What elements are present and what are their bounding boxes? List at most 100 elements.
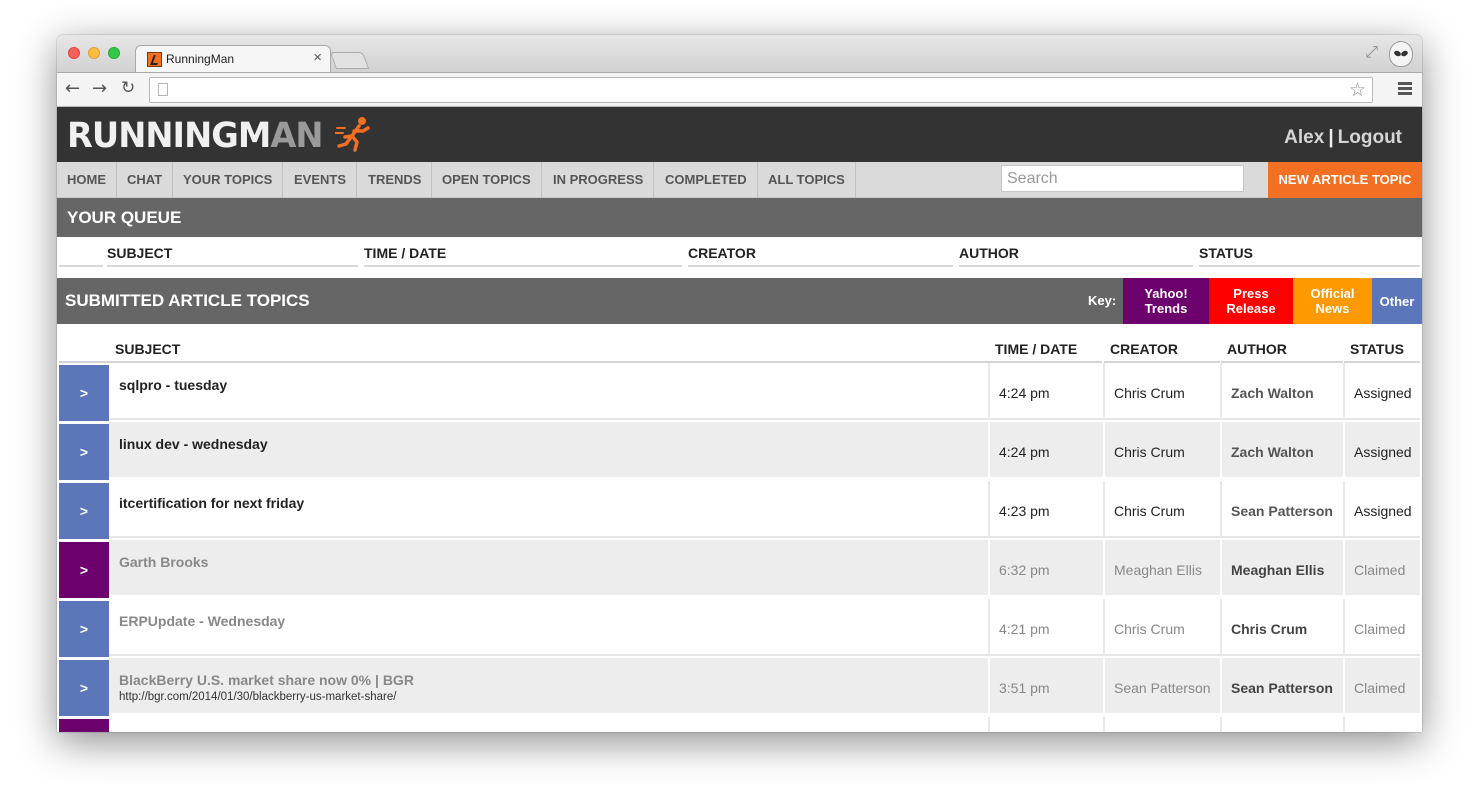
minimize-window-button[interactable] [88, 47, 100, 59]
logo-man-text: AN [270, 116, 323, 156]
key-press-release: Press Release [1209, 278, 1293, 324]
author-cell: Chris Crum [1222, 599, 1345, 656]
expand-row-button[interactable]: > [59, 365, 109, 421]
page-content: RUNNINGMAN Alex | Logout HOME CHAT YOUR TO… [57, 107, 1422, 732]
subject-cell: BlackBerry U.S. market share now 0% | BG… [109, 658, 990, 715]
th-spacer [59, 335, 109, 363]
author-cell [1222, 717, 1345, 732]
author-text: Sean Patterson [1231, 503, 1333, 519]
author-cell: Zach Walton [1222, 363, 1345, 420]
browser-tab[interactable]: RunningMan × [135, 45, 331, 72]
status-cell: Assigned [1345, 481, 1420, 538]
logout-link[interactable]: Logout [1338, 127, 1402, 148]
forward-arrow-icon[interactable]: → [92, 78, 107, 99]
status-cell: Assigned [1345, 422, 1420, 479]
table-row[interactable]: > ERPUpdate - Wednesday 4:21 pm Chris Crum C… [57, 599, 1422, 658]
table-row[interactable]: > sqlpro - tuesday 4:24 pm Chris Crum Zach W… [57, 363, 1422, 422]
star-icon[interactable]: ☆ [1349, 79, 1366, 102]
queue-header-time: TIME / DATE [364, 238, 682, 267]
th-status: STATUS [1344, 335, 1420, 363]
submitted-section-header: SUBMITTED ARTICLE TOPICS Key: Yahoo! Tre… [57, 278, 1422, 324]
status-cell: Claimed [1345, 540, 1420, 597]
creator-cell: Chris Crum [1105, 599, 1222, 656]
favicon-icon [147, 52, 162, 67]
user-area: Alex | Logout [1284, 127, 1402, 149]
creator-cell: Chris Crum [1105, 363, 1222, 420]
expand-row-button[interactable] [59, 719, 109, 732]
creator-text: Chris Crum [1114, 621, 1185, 637]
nav-chat[interactable]: CHAT [117, 162, 174, 198]
nav-your-topics[interactable]: YOUR TOPICS [173, 162, 284, 198]
fullscreen-icon[interactable]: ⤢ [1365, 44, 1378, 62]
topics-table-header: SUBJECT TIME / DATE CREATOR AUTHOR STATU… [57, 335, 1422, 363]
status-text: Assigned [1354, 385, 1412, 401]
subject-title[interactable]: ERPUpdate - Wednesday [119, 613, 285, 629]
creator-text: Chris Crum [1114, 503, 1185, 519]
nav-trends[interactable]: TRENDS [358, 162, 433, 198]
address-bar[interactable]: ☆ [149, 77, 1373, 103]
table-row[interactable]: > Garth Brooks 6:32 pm Meaghan Ellis Meaghan… [57, 540, 1422, 599]
time-cell: 4:21 pm [990, 599, 1105, 656]
subject-url[interactable]: http://bgr.com/2014/01/30/blackberry-us-… [119, 691, 396, 703]
nav-completed[interactable]: COMPLETED [655, 162, 758, 198]
page-icon [158, 83, 168, 96]
search-input[interactable] [1001, 165, 1244, 192]
table-row[interactable] [57, 717, 1422, 732]
back-arrow-icon[interactable]: ← [65, 78, 80, 99]
expand-row-button[interactable]: > [59, 483, 109, 539]
close-window-button[interactable] [68, 47, 80, 59]
th-creator: CREATOR [1104, 335, 1220, 363]
expand-row-button[interactable]: > [59, 542, 109, 598]
expand-row-button[interactable]: > [59, 601, 109, 657]
reload-icon[interactable]: ↻ [121, 78, 135, 98]
queue-header-creator: CREATOR [688, 238, 953, 267]
time-cell: 3:51 pm [990, 658, 1105, 715]
table-row[interactable]: > itcertification for next friday 4:23 pm C… [57, 481, 1422, 540]
subject-title[interactable]: linux dev - wednesday [119, 436, 268, 452]
zoom-window-button[interactable] [108, 47, 120, 59]
subject-title[interactable]: sqlpro - tuesday [119, 377, 227, 393]
menu-icon[interactable] [1398, 82, 1412, 95]
nav-events[interactable]: EVENTS [284, 162, 358, 198]
status-text: Claimed [1354, 621, 1406, 637]
time-cell: 4:24 pm [990, 422, 1105, 479]
time-text: 4:24 pm [999, 444, 1050, 460]
profile-icon[interactable] [1389, 41, 1413, 67]
author-text: Sean Patterson [1231, 680, 1333, 696]
table-row[interactable]: > BlackBerry U.S. market share now 0% | B… [57, 658, 1422, 717]
user-name[interactable]: Alex [1284, 127, 1324, 148]
author-text: Zach Walton [1231, 385, 1314, 401]
key-label: Key: [1088, 293, 1117, 308]
author-cell: Sean Patterson [1222, 481, 1345, 538]
time-cell: 4:24 pm [990, 363, 1105, 420]
expand-row-button[interactable]: > [59, 660, 109, 716]
creator-text: Chris Crum [1114, 385, 1185, 401]
queue-header-status: STATUS [1199, 238, 1420, 267]
runner-icon [335, 117, 370, 152]
new-article-topic-button[interactable]: NEW ARTICLE TOPIC [1268, 162, 1422, 198]
user-separator: | [1328, 127, 1334, 148]
nav-all-topics[interactable]: ALL TOPICS [758, 162, 856, 198]
logo[interactable]: RUNNINGMAN [67, 116, 370, 156]
nav-home[interactable]: HOME [57, 162, 117, 198]
queue-title: YOUR QUEUE [67, 208, 182, 227]
creator-cell: Chris Crum [1105, 422, 1222, 479]
key-official-news: Official News [1293, 278, 1372, 324]
creator-text: Meaghan Ellis [1114, 562, 1202, 578]
nav-open-topics[interactable]: OPEN TOPICS [432, 162, 542, 198]
nav-in-progress[interactable]: IN PROGRESS [543, 162, 655, 198]
time-text: 6:32 pm [999, 562, 1050, 578]
new-tab-button[interactable] [329, 52, 370, 69]
creator-cell: Chris Crum [1105, 481, 1222, 538]
subject-title[interactable]: BlackBerry U.S. market share now 0% | BG… [119, 672, 414, 688]
time-text: 4:23 pm [999, 503, 1050, 519]
expand-row-button[interactable]: > [59, 424, 109, 480]
tab-close-icon[interactable]: × [313, 49, 322, 66]
th-author: AUTHOR [1221, 335, 1343, 363]
time-text: 4:24 pm [999, 385, 1050, 401]
queue-section-header: YOUR QUEUE [57, 198, 1422, 237]
th-time: TIME / DATE [989, 335, 1102, 363]
table-row[interactable]: > linux dev - wednesday 4:24 pm Chris Crum Z… [57, 422, 1422, 481]
subject-title[interactable]: Garth Brooks [119, 554, 208, 570]
subject-title[interactable]: itcertification for next friday [119, 495, 304, 511]
